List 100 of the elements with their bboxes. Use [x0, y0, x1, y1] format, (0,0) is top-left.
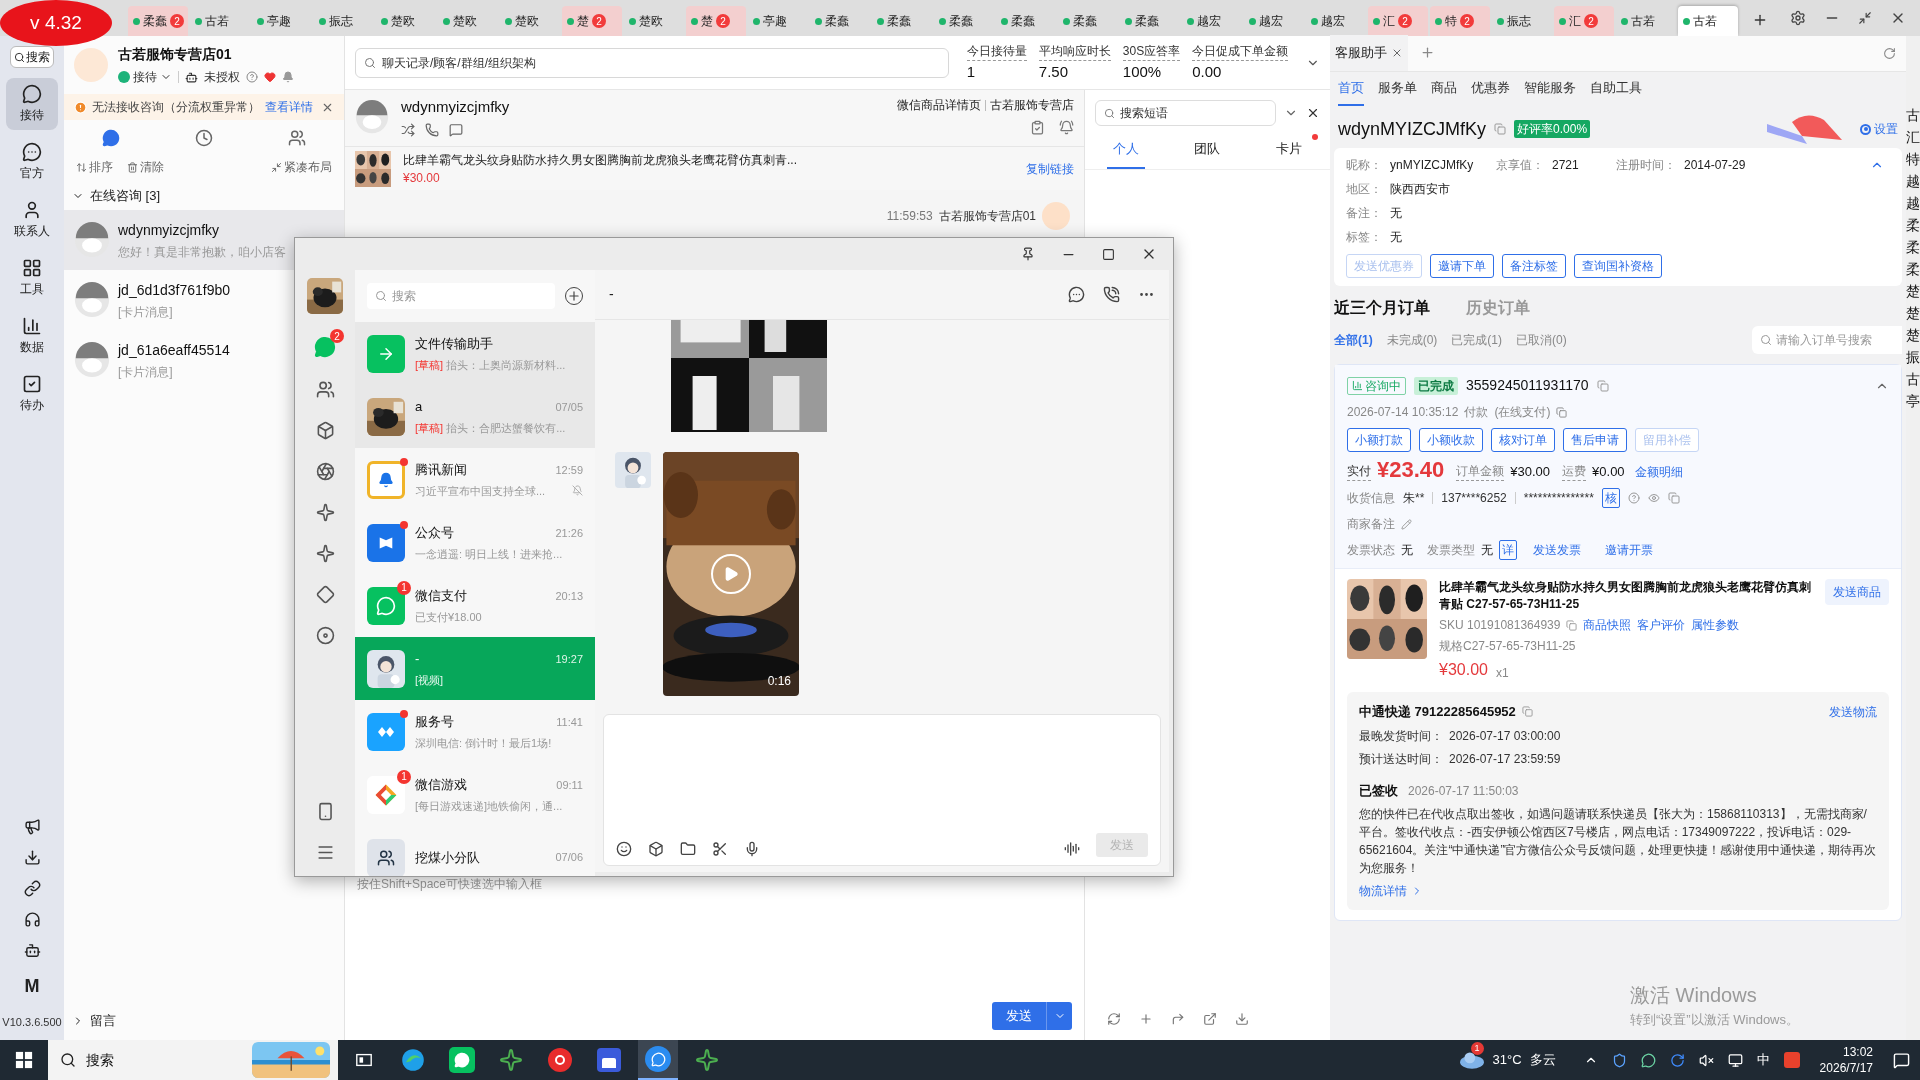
- chat-item[interactable]: 腾讯新闻 12:59 习近平宣布中国支持全球...: [355, 448, 595, 511]
- shield-icon[interactable]: [1611, 1052, 1627, 1068]
- nav-item[interactable]: 工具: [6, 252, 58, 304]
- nav-item[interactable]: 待办: [6, 368, 58, 420]
- refresh-icon[interactable]: [1107, 1012, 1121, 1026]
- microphone-icon[interactable]: [744, 841, 760, 857]
- maximize-icon[interactable]: [1102, 247, 1115, 261]
- window-tab[interactable]: 越宏: [1244, 6, 1304, 36]
- details-link[interactable]: 查看详情: [265, 98, 313, 116]
- contacts-icon[interactable]: [315, 380, 335, 399]
- action-button[interactable]: 核对订单: [1491, 428, 1555, 452]
- chat-dots-icon[interactable]: [1068, 286, 1085, 303]
- phrase-search-field[interactable]: 搜索短语: [1095, 100, 1276, 126]
- nav-item[interactable]: 接待: [6, 78, 58, 130]
- window-tab[interactable]: 古若: [1616, 6, 1676, 36]
- panel-tab[interactable]: 客服助手: [1330, 35, 1408, 71]
- action-button[interactable]: 查询国补资格: [1574, 254, 1662, 278]
- conversation-item[interactable]: jd_6d1d3f761f9b0 [卡片消息]: [64, 270, 344, 330]
- video-message[interactable]: 0:16: [663, 452, 799, 696]
- window-tab[interactable]: 柔蠢: [810, 6, 870, 36]
- chat-item[interactable]: 公众号 21:26 一念逍遥: 明日上线！进来抢...: [355, 511, 595, 574]
- detail-button[interactable]: 详: [1499, 540, 1517, 560]
- open-icon[interactable]: [1203, 1012, 1217, 1026]
- search-button[interactable]: 搜索: [10, 46, 54, 68]
- download-icon[interactable]: [23, 848, 41, 866]
- settings-icon[interactable]: [1790, 10, 1806, 26]
- chat-bubble-icon[interactable]: [101, 129, 120, 147]
- chat-item[interactable]: 1 微信支付 20:13 已支付¥18.00: [355, 574, 595, 637]
- notification-icon[interactable]: [1893, 1051, 1910, 1069]
- window-tab[interactable]: 楚欧: [438, 6, 498, 36]
- compact-button[interactable]: 紧凑布局: [271, 158, 332, 176]
- window-tab[interactable]: 柔蠢: [1058, 6, 1118, 36]
- robot-icon[interactable]: [23, 941, 41, 959]
- send-invoice-link[interactable]: 发送发票: [1533, 541, 1581, 559]
- product-link[interactable]: 属性参数: [1691, 616, 1740, 634]
- link-icon[interactable]: [23, 879, 41, 897]
- diamond-icon[interactable]: [315, 585, 335, 604]
- amount-details-link[interactable]: 金额明细: [1634, 463, 1683, 481]
- window-tab[interactable]: 特 2: [1430, 6, 1490, 36]
- window-tab[interactable]: 古若: [1678, 6, 1738, 36]
- search-field[interactable]: 聊天记录/顾客/群组/组织架构: [355, 47, 949, 78]
- chat-item[interactable]: 文件传输助手 [草稿] 抬头：上奥尚源新材料...: [355, 322, 595, 385]
- sort-button[interactable]: 排序: [76, 158, 113, 176]
- window-tab[interactable]: 古若: [190, 6, 250, 36]
- transfer-icon[interactable]: [401, 122, 415, 137]
- window-tab[interactable]: 柔蠢 2: [128, 6, 188, 36]
- bell-icon[interactable]: [1059, 120, 1074, 135]
- window-tab[interactable]: 亭趣: [252, 6, 312, 36]
- header-link[interactable]: 微信商品详情页: [897, 96, 981, 114]
- sync-icon[interactable]: [1669, 1052, 1685, 1068]
- message-icon[interactable]: [449, 122, 463, 137]
- heart-icon[interactable]: [264, 71, 276, 83]
- taskbar-search-field[interactable]: 搜索: [48, 1040, 338, 1080]
- invite-invoice-link[interactable]: 邀请开票: [1605, 541, 1653, 559]
- group-header[interactable]: 在线咨询 [3]: [64, 182, 344, 210]
- aperture-icon[interactable]: [315, 462, 335, 481]
- phone-icon[interactable]: [425, 122, 439, 137]
- phrase-tab[interactable]: 团队: [1188, 130, 1227, 169]
- phrase-tab[interactable]: 卡片: [1270, 130, 1309, 169]
- clear-button[interactable]: 清除: [127, 158, 164, 176]
- window-tab[interactable]: 楚 2: [562, 6, 622, 36]
- window-tab[interactable]: 越宏: [1306, 6, 1366, 36]
- order-tab[interactable]: 近三个月订单: [1334, 296, 1430, 320]
- clipboard-icon[interactable]: [1030, 120, 1045, 135]
- chat-bubble-icon[interactable]: [638, 1040, 678, 1080]
- action-button[interactable]: 售后申请: [1563, 428, 1627, 452]
- people-icon[interactable]: [288, 129, 307, 147]
- add-icon[interactable]: [1420, 45, 1435, 60]
- spark-icon[interactable]: [315, 544, 335, 563]
- phrase-tab[interactable]: 个人: [1106, 130, 1145, 169]
- verify-button[interactable]: 核: [1601, 488, 1620, 508]
- window-tab[interactable]: 楚欧: [500, 6, 560, 36]
- cube-icon[interactable]: [315, 421, 335, 440]
- action-button[interactable]: 小额打款: [1347, 428, 1411, 452]
- status-dropdown[interactable]: 接待: [118, 68, 172, 86]
- window-tab[interactable]: 柔蠢: [934, 6, 994, 36]
- window-tab[interactable]: 亭趣: [748, 6, 808, 36]
- window-tab[interactable]: 振志: [1492, 6, 1552, 36]
- header-link[interactable]: 古若服饰专营店: [990, 96, 1074, 114]
- bell-icon[interactable]: [282, 71, 294, 83]
- window-tab[interactable]: 楚欧: [624, 6, 684, 36]
- megaphone-icon[interactable]: [23, 817, 41, 835]
- panel-nav-tab[interactable]: 首页: [1338, 72, 1364, 106]
- panel-nav-tab[interactable]: 商品: [1431, 72, 1457, 106]
- disc-icon[interactable]: [315, 626, 335, 645]
- settings-toggle[interactable]: 设置: [1860, 120, 1898, 138]
- export-icon[interactable]: [1171, 1012, 1185, 1026]
- window-tab[interactable]: 楚欧: [376, 6, 436, 36]
- send-logistics-link[interactable]: 发送物流: [1829, 702, 1877, 721]
- panel-nav-tab[interactable]: 自助工具: [1590, 72, 1642, 106]
- phone-icon[interactable]: [1103, 286, 1120, 303]
- window-tab[interactable]: 汇 2: [1368, 6, 1428, 36]
- headset-icon[interactable]: [23, 910, 41, 928]
- nav-item[interactable]: 联系人: [6, 194, 58, 246]
- close-icon[interactable]: [1306, 106, 1320, 120]
- pin-icon[interactable]: [1021, 247, 1035, 261]
- action-button[interactable]: 小额收款: [1419, 428, 1483, 452]
- network-icon[interactable]: [1727, 1052, 1743, 1068]
- refresh-icon[interactable]: [1883, 47, 1896, 60]
- window-tab[interactable]: 柔蠢: [1120, 6, 1180, 36]
